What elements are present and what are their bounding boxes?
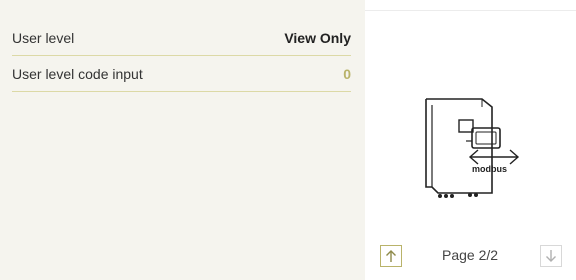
- modbus-device-icon: [425, 98, 520, 198]
- settings-panel: User level View Only User level code inp…: [0, 0, 365, 280]
- page-down-button[interactable]: [540, 245, 562, 267]
- arrow-down-icon: [546, 250, 556, 262]
- page-up-button[interactable]: [380, 245, 402, 267]
- user-level-row[interactable]: User level View Only: [12, 20, 351, 56]
- user-level-code-row[interactable]: User level code input 0: [12, 56, 351, 92]
- arrow-up-icon: [386, 250, 396, 262]
- page-indicator: Page 2/2: [442, 247, 499, 263]
- user-level-code-value: 0: [343, 65, 351, 82]
- user-level-value: View Only: [284, 29, 351, 46]
- user-level-code-label: User level code input: [12, 65, 143, 82]
- top-divider: [365, 10, 576, 11]
- modbus-label: modbus: [472, 164, 507, 174]
- user-level-label: User level: [12, 29, 75, 46]
